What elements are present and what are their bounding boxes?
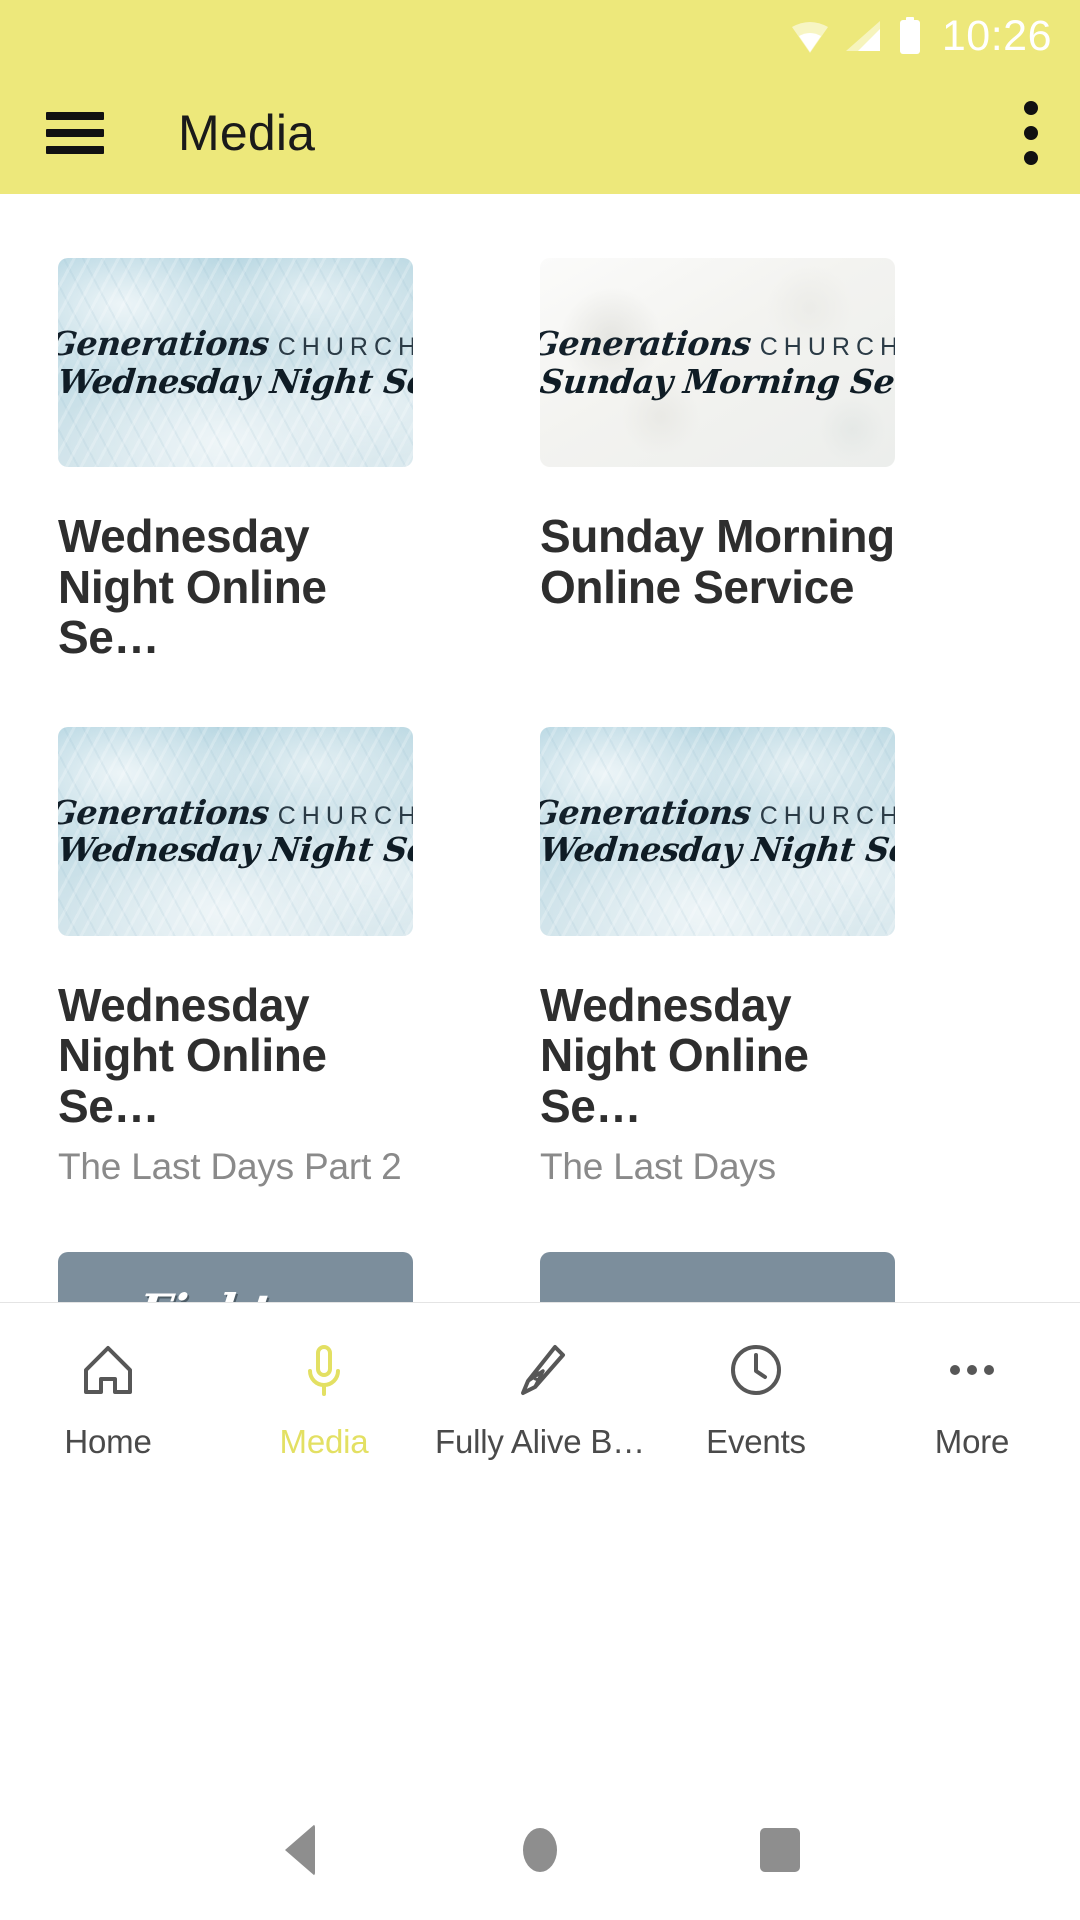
tab-label: More: [934, 1423, 1010, 1460]
media-card-title: Wednesday Night Online Se…: [58, 978, 327, 1132]
tab-fully-alive-blog[interactable]: Fully Alive B…: [432, 1339, 648, 1461]
media-card[interactable]: Generations CHURCH Sunday Morning Servic…: [540, 194, 1022, 663]
more-dots-icon: [943, 1339, 1001, 1401]
page-title: Media: [178, 105, 316, 161]
media-card[interactable]: Generations CHURCH Wednesday Night Servi…: [540, 663, 1022, 1188]
android-navigation-bar: [0, 1780, 1080, 1920]
tab-label: Home: [64, 1423, 152, 1460]
status-bar-clock: 10:26: [941, 11, 1052, 60]
status-bar: 10:26: [0, 0, 1080, 72]
tab-label: Fully Alive B…: [435, 1423, 645, 1460]
home-circle-icon: [523, 1828, 557, 1872]
media-thumbnail[interactable]: Generations CHURCH Wednesday Night Servi…: [540, 726, 895, 936]
thumbnail-service-line: Wednesday Night Service: [58, 361, 413, 401]
media-card-title: Wednesday Night Online Se…: [540, 978, 809, 1132]
media-thumbnail[interactable]: Should Christians be Political? with Pas…: [540, 1252, 895, 1302]
thumbnail-headline: Fight or Flight: [58, 1284, 413, 1302]
thumbnail-brand-script: Generations: [540, 792, 753, 832]
thumbnail-brand-word: CHURCH: [277, 801, 413, 830]
media-thumbnail[interactable]: Fight or Flight with Pastor Todd: [58, 1252, 413, 1302]
bottom-tab-bar: Home Media Fully Alive B… Events More: [0, 1302, 1080, 1780]
recents-button[interactable]: [660, 1828, 900, 1872]
media-card-title: Sunday Morning Online Service: [540, 510, 895, 613]
thumbnail-brand-script: Generations: [540, 323, 753, 363]
media-card-subtitle: The Last Days: [540, 1145, 776, 1187]
home-button[interactable]: [420, 1828, 660, 1872]
clock-icon: [727, 1339, 785, 1401]
tab-label: Events: [706, 1423, 806, 1460]
back-button[interactable]: [180, 1824, 420, 1876]
media-card-title: Wednesday Night Online Se…: [58, 510, 327, 664]
thumbnail-service-line: Sunday Morning Service: [540, 361, 895, 401]
wifi-icon: [791, 22, 828, 53]
media-card[interactable]: Fight or Flight with Pastor Todd: [58, 1188, 540, 1302]
tab-home[interactable]: Home: [0, 1339, 216, 1461]
overflow-menu-icon[interactable]: [1024, 101, 1038, 165]
media-grid: Generations CHURCH Wednesday Night Servi…: [0, 194, 1080, 1302]
thumbnail-brand-word: CHURCH: [759, 801, 895, 830]
tab-label: Media: [279, 1423, 369, 1460]
media-list[interactable]: Generations CHURCH Wednesday Night Servi…: [0, 194, 1080, 1302]
tab-media[interactable]: Media: [216, 1339, 432, 1461]
back-triangle-icon: [285, 1824, 315, 1876]
tab-more[interactable]: More: [864, 1339, 1080, 1461]
app-bar: Media: [0, 72, 1080, 194]
hamburger-menu-icon[interactable]: [46, 112, 104, 154]
tab-events[interactable]: Events: [648, 1339, 864, 1461]
home-icon: [79, 1339, 137, 1401]
thumbnail-brand-script: Generations: [58, 323, 271, 363]
pen-nib-icon: [511, 1339, 569, 1401]
media-thumbnail[interactable]: Generations CHURCH Sunday Morning Servic…: [540, 258, 895, 467]
media-card[interactable]: Should Christians be Political? with Pas…: [540, 1188, 1022, 1302]
microphone-icon: [295, 1339, 353, 1401]
media-card[interactable]: Generations CHURCH Wednesday Night Servi…: [58, 194, 540, 663]
media-card-subtitle: The Last Days Part 2: [58, 1145, 402, 1187]
media-thumbnail[interactable]: Generations CHURCH Wednesday Night Servi…: [58, 258, 413, 467]
thumbnail-service-line: Wednesday Night Service: [58, 830, 413, 870]
battery-icon: [899, 17, 920, 54]
thumbnail-brand-word: CHURCH: [759, 332, 895, 361]
thumbnail-brand-word: CHURCH: [277, 332, 413, 361]
cellular-signal-icon: [845, 21, 880, 51]
media-card[interactable]: Generations CHURCH Wednesday Night Servi…: [58, 663, 540, 1188]
thumbnail-service-line: Wednesday Night Service: [540, 830, 895, 870]
thumbnail-brand-script: Generations: [58, 792, 271, 832]
recents-square-icon: [760, 1828, 800, 1872]
media-thumbnail[interactable]: Generations CHURCH Wednesday Night Servi…: [58, 726, 413, 936]
